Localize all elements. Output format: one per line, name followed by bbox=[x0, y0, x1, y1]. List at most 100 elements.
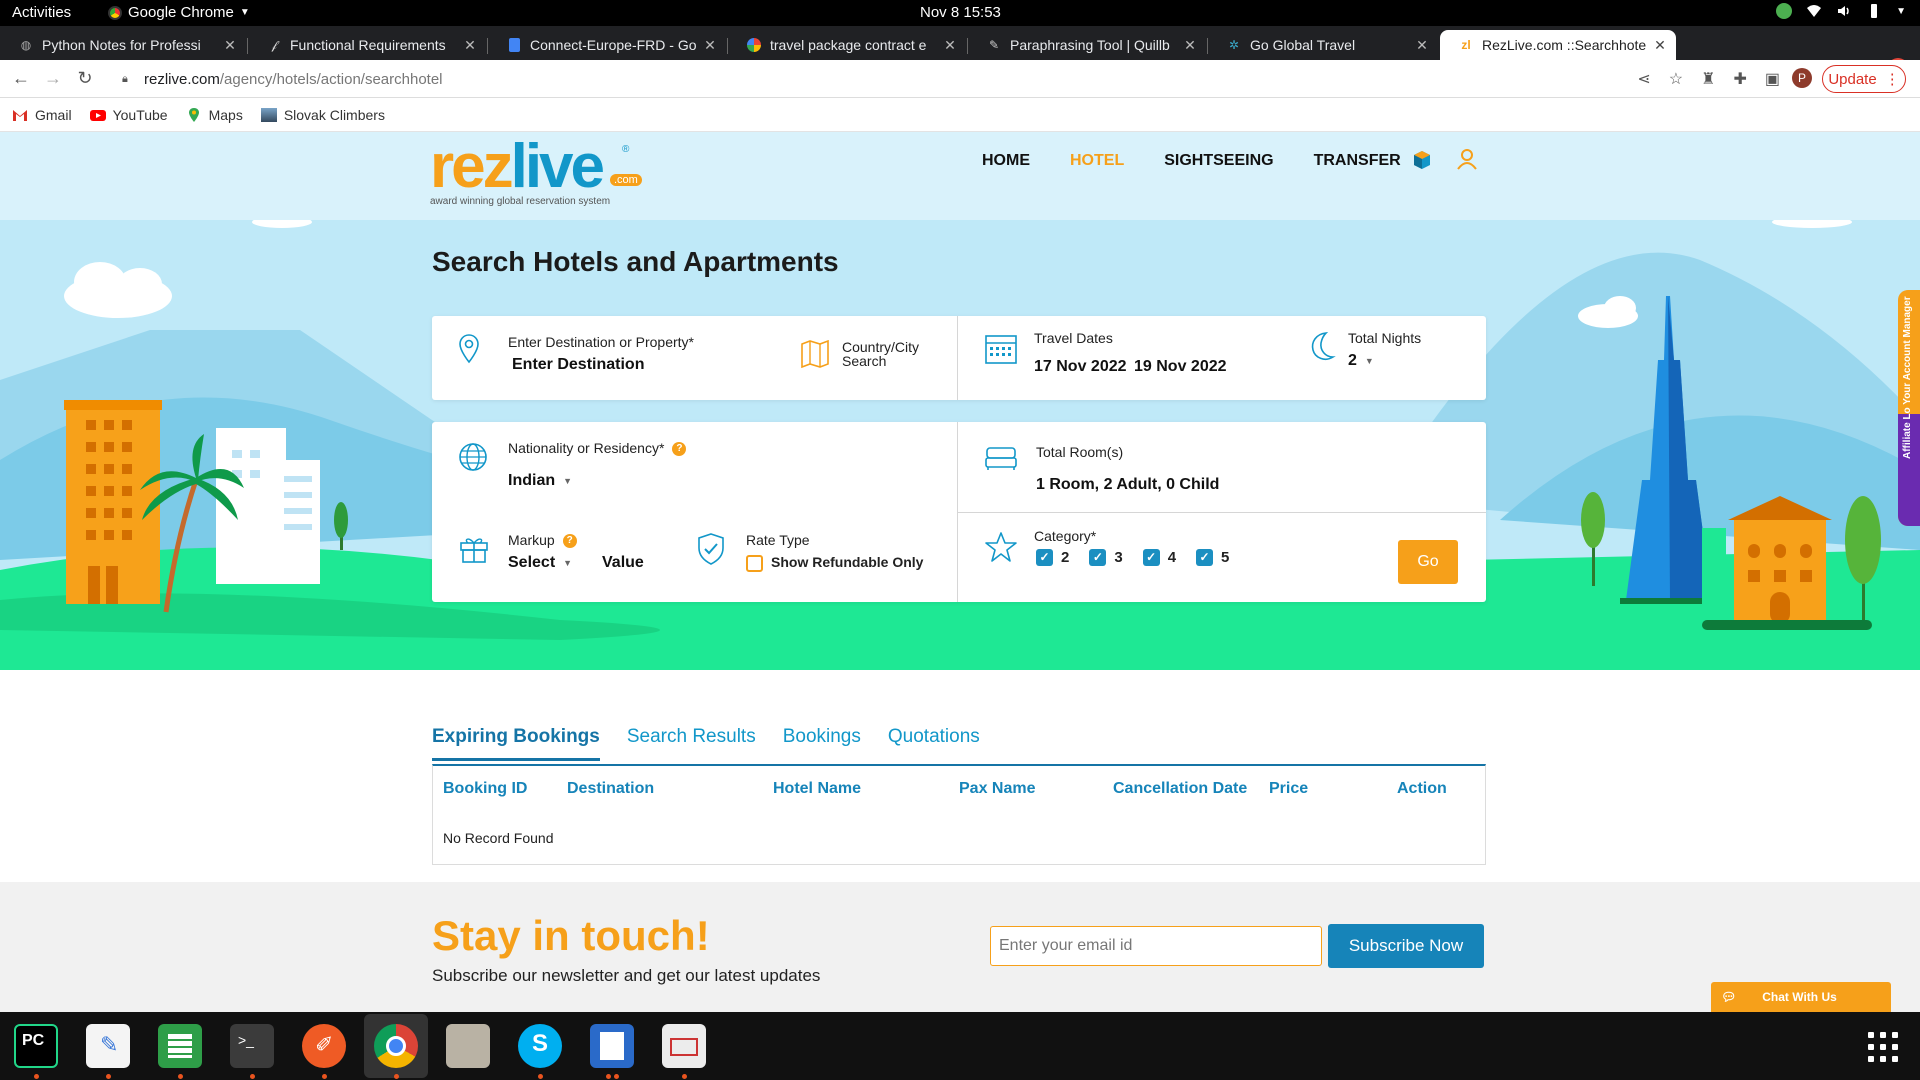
markup-value-input[interactable]: Value bbox=[602, 554, 644, 572]
close-icon[interactable]: ✕ bbox=[220, 37, 240, 54]
help-icon[interactable]: ? bbox=[562, 534, 577, 549]
lock-icon[interactable]: 🔒︎ bbox=[122, 73, 134, 85]
skype-icon[interactable]: S bbox=[518, 1024, 562, 1068]
spreadsheet-icon[interactable] bbox=[158, 1024, 202, 1068]
account-manager-side-tab[interactable]: Affiliate Lo Your Account Manager bbox=[1898, 290, 1920, 526]
map-icon[interactable] bbox=[800, 340, 830, 368]
category-checkbox-5[interactable]: ✓ 5 bbox=[1196, 549, 1229, 566]
text-editor-icon[interactable]: ✎ bbox=[86, 1024, 130, 1068]
tab-quotations[interactable]: Quotations bbox=[888, 726, 980, 761]
check-out-date[interactable]: 19 Nov 2022 bbox=[1134, 358, 1227, 376]
close-icon[interactable]: ✕ bbox=[700, 37, 720, 54]
update-button[interactable]: Update ⋮ bbox=[1822, 65, 1906, 93]
column-header[interactable]: Action bbox=[1397, 780, 1447, 798]
address-bar[interactable]: 🔒︎ rezlive.com/agency/hotels/action/sear… bbox=[110, 65, 1690, 93]
browser-tab-active[interactable]: zl RezLive.com ::Searchhote ✕ bbox=[1440, 30, 1676, 60]
ubuntu-dock: PC ✎ >_ ✐ S bbox=[0, 1012, 1920, 1080]
system-tray[interactable]: ▼ bbox=[1776, 3, 1906, 19]
country-city-search[interactable]: Country/City Search bbox=[842, 340, 919, 368]
files-icon[interactable] bbox=[446, 1024, 490, 1068]
user-icon[interactable] bbox=[1456, 148, 1478, 170]
subscribe-button[interactable]: Subscribe Now bbox=[1328, 924, 1484, 968]
bed-icon bbox=[985, 447, 1017, 470]
tab-bookings[interactable]: Bookings bbox=[783, 726, 861, 761]
go-search-button[interactable]: Go bbox=[1398, 540, 1458, 584]
globe-icon: ◍ bbox=[20, 38, 32, 52]
cube-icon[interactable] bbox=[1412, 150, 1432, 170]
close-icon[interactable]: ✕ bbox=[1412, 37, 1432, 54]
back-icon[interactable]: ← bbox=[10, 68, 32, 89]
update-label: Update bbox=[1828, 70, 1877, 88]
extension-icon[interactable]: ♜ bbox=[1701, 69, 1715, 89]
browser-tab[interactable]: travel package contract e ✕ bbox=[728, 30, 966, 60]
terminal-icon[interactable]: >_ bbox=[230, 1024, 274, 1068]
nav-home[interactable]: HOME bbox=[982, 152, 1030, 170]
bookmark-youtube[interactable]: YouTube bbox=[89, 107, 168, 123]
empty-table-message: No Record Found bbox=[443, 830, 554, 846]
nav-sightseeing[interactable]: SIGHTSEEING bbox=[1164, 152, 1273, 170]
close-icon[interactable]: ✕ bbox=[460, 37, 480, 54]
close-icon[interactable]: ✕ bbox=[940, 37, 960, 54]
clock[interactable]: Nov 8 15:53 bbox=[920, 4, 1001, 21]
bookmark-star-icon[interactable]: ☆ bbox=[1669, 69, 1683, 89]
tab-expiring-bookings[interactable]: Expiring Bookings bbox=[432, 726, 600, 761]
pycharm-icon[interactable]: PC bbox=[14, 1024, 58, 1068]
browser-tab[interactable]: Connect-Europe-FRD - Go ✕ bbox=[488, 30, 726, 60]
profile-avatar[interactable]: P bbox=[1792, 68, 1812, 88]
chrome-icon[interactable] bbox=[374, 1024, 418, 1068]
bookmark-maps[interactable]: Maps bbox=[186, 107, 243, 123]
chat-widget-button[interactable]: 💬︎ Chat With Us bbox=[1711, 982, 1891, 1012]
category-checkbox-3[interactable]: ✓ 3 bbox=[1089, 549, 1123, 566]
puzzle-icon[interactable]: ✚ bbox=[1733, 69, 1746, 89]
column-header[interactable]: Cancellation Date bbox=[1113, 780, 1247, 798]
browser-tab[interactable]: 𝒻 Functional Requirements ✕ bbox=[248, 30, 486, 60]
close-icon[interactable]: ✕ bbox=[1650, 37, 1670, 54]
rezlive-logo[interactable]: rezlive .com ® award winning global rese… bbox=[430, 132, 642, 207]
share-icon[interactable]: ⋖ bbox=[1637, 69, 1650, 89]
help-icon[interactable]: ? bbox=[672, 442, 687, 457]
column-header[interactable]: Booking ID bbox=[443, 780, 527, 798]
activities-button[interactable]: Activities bbox=[12, 4, 71, 21]
column-header[interactable]: Hotel Name bbox=[773, 780, 861, 798]
markup-select[interactable]: Select ▼ bbox=[508, 554, 572, 572]
bookmark-label: Gmail bbox=[35, 106, 72, 123]
check-in-date[interactable]: 17 Nov 2022 bbox=[1034, 358, 1127, 376]
tab-search-results[interactable]: Search Results bbox=[627, 726, 756, 761]
chat-bubble-icon: 💬︎ bbox=[1721, 990, 1737, 1004]
show-applications-icon[interactable] bbox=[1868, 1032, 1898, 1062]
refundable-only-checkbox[interactable]: Show Refundable Only bbox=[746, 554, 923, 572]
search-title: Search Hotels and Apartments bbox=[432, 246, 839, 277]
postman-icon[interactable]: ✐ bbox=[302, 1024, 346, 1068]
reload-icon[interactable]: ↻ bbox=[74, 68, 96, 89]
column-header[interactable]: Price bbox=[1269, 780, 1308, 798]
tab-title: Functional Requirements bbox=[290, 37, 446, 53]
nav-transfer[interactable]: TRANSFER bbox=[1314, 152, 1401, 170]
forward-icon[interactable]: → bbox=[42, 68, 64, 89]
logo-registered: ® bbox=[622, 144, 630, 155]
bookmark-slovak-climbers[interactable]: Slovak Climbers bbox=[260, 107, 385, 123]
app-menu[interactable]: Google Chrome ▼ bbox=[108, 4, 250, 21]
destination-input[interactable]: Enter Destination bbox=[512, 356, 644, 374]
markup-label-text: Markup bbox=[508, 532, 555, 548]
update-indicator-icon[interactable] bbox=[1776, 3, 1793, 19]
browser-tab[interactable]: ◍ Python Notes for Professi ✕ bbox=[0, 30, 246, 60]
document-viewer-icon[interactable] bbox=[590, 1024, 634, 1068]
side-panel-icon[interactable]: ▣ bbox=[1765, 69, 1780, 89]
column-header[interactable]: Pax Name bbox=[959, 780, 1036, 798]
category-checkbox-4[interactable]: ✓ 4 bbox=[1142, 549, 1176, 566]
nationality-select[interactable]: Indian ▼ bbox=[508, 472, 572, 490]
logo-rez: rez bbox=[430, 132, 514, 201]
screenshot-icon[interactable] bbox=[662, 1024, 706, 1068]
browser-tab[interactable]: ✲ Go Global Travel ✕ bbox=[1208, 30, 1438, 60]
close-icon[interactable]: ✕ bbox=[1180, 37, 1200, 54]
newsletter-email-input[interactable] bbox=[990, 926, 1322, 966]
nav-hotel[interactable]: HOTEL bbox=[1070, 152, 1124, 170]
rooms-selector[interactable]: 1 Room, 2 Adult, 0 Child bbox=[1036, 476, 1219, 494]
column-header[interactable]: Destination bbox=[567, 780, 654, 798]
browser-tab[interactable]: ✎ Paraphrasing Tool | Quillb ✕ bbox=[968, 30, 1206, 60]
category-checkbox-2[interactable]: ✓ 2 bbox=[1036, 549, 1069, 566]
total-nights-value: 2 bbox=[1348, 352, 1357, 369]
total-nights-label: Total Nights bbox=[1348, 330, 1422, 346]
bookmark-gmail[interactable]: Gmail bbox=[12, 107, 72, 123]
total-nights-select[interactable]: 2 ▼ bbox=[1348, 352, 1374, 370]
